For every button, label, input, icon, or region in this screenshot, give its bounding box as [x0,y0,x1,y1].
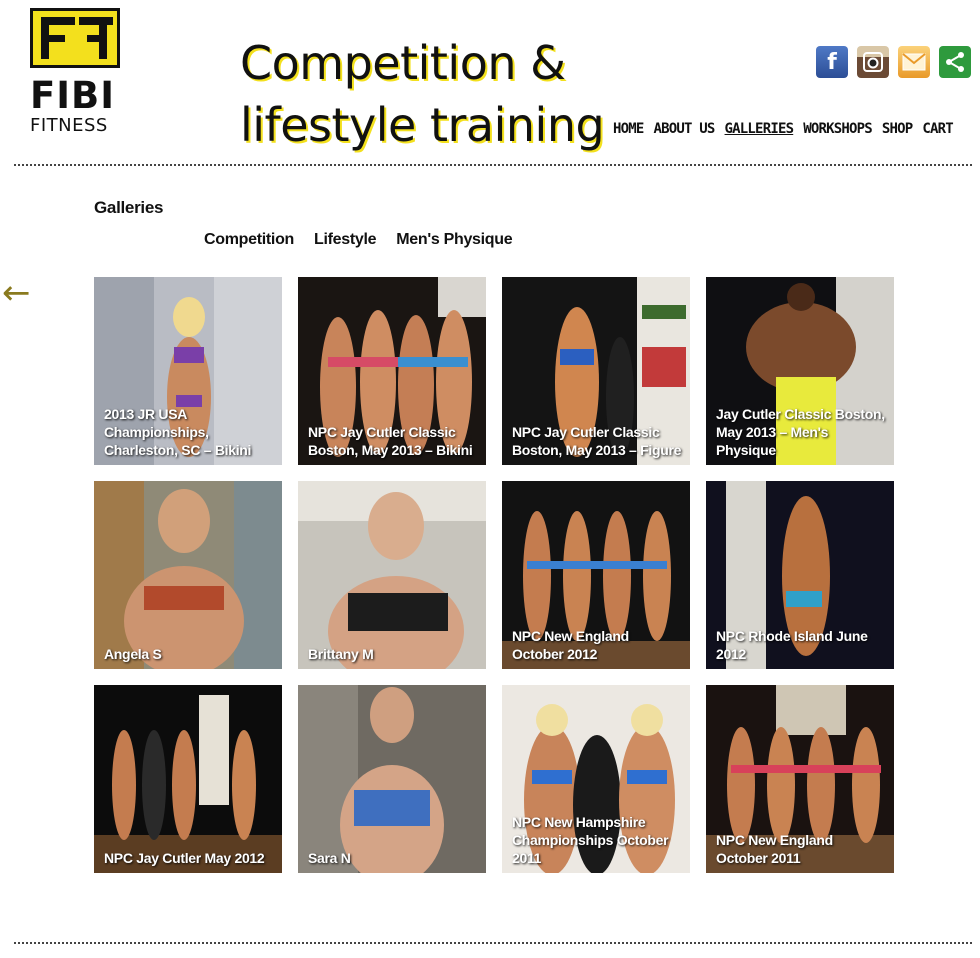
back-arrow-icon[interactable]: ← [2,276,31,310]
category-lifestyle[interactable]: Lifestyle [314,231,377,249]
email-icon[interactable] [898,46,930,78]
share-icon[interactable] [939,46,971,78]
gallery-tile[interactable]: NPC New England October 2012 [502,481,690,669]
gallery-caption: NPC New Hampshire Championships October … [512,814,669,866]
gallery-caption: NPC Jay Cutler May 2012 [104,850,265,866]
gallery-tile[interactable]: NPC Jay Cutler May 2012 [94,685,282,873]
gallery-tile[interactable]: NPC New Hampshire Championships October … [502,685,690,873]
gallery-thumbnail [94,481,282,669]
gallery-tile[interactable]: Sara N [298,685,486,873]
category-competition[interactable]: Competition [204,231,294,249]
gallery-caption: Angela S [104,646,162,662]
logo-text: FIBI [30,74,116,117]
gallery-caption: NPC New England October 2012 [512,628,629,662]
social-links: f [816,46,971,78]
gallery-category-nav: Competition Lifestyle Men's Physique [204,231,513,249]
facebook-icon[interactable]: f [816,46,848,78]
gallery-tile[interactable]: Jay Cutler Classic Boston, May 2013 – Me… [706,277,894,465]
gallery-thumbnail [298,481,486,669]
gallery-tile[interactable]: Angela S [94,481,282,669]
nav-workshops[interactable]: WORKSHOPS [803,121,872,137]
logo-mark-icon [30,8,120,68]
gallery-tile[interactable]: NPC New England October 2011 [706,685,894,873]
nav-cart[interactable]: CART [922,121,953,137]
gallery-tile[interactable]: NPC Rhode Island June 2012 [706,481,894,669]
logo-subtext: FITNESS [30,115,108,136]
gallery-caption: NPC New England October 2011 [716,832,833,866]
nav-home[interactable]: HOME [613,121,644,137]
category-mens-physique[interactable]: Men's Physique [396,231,512,249]
gallery-tile[interactable]: NPC Jay Cutler Classic Boston, May 2013 … [298,277,486,465]
gallery-caption: Brittany M [308,646,374,662]
footer-divider [14,942,972,944]
nav-shop[interactable]: SHOP [882,121,913,137]
tagline-line-1: Competition & [240,36,566,90]
gallery-thumbnail [298,685,486,873]
gallery-caption: 2013 JR USA Championships, Charleston, S… [104,406,252,458]
gallery-caption: NPC Rhode Island June 2012 [716,628,868,662]
gallery-tile[interactable]: 2013 JR USA Championships, Charleston, S… [94,277,282,465]
instagram-icon[interactable] [857,46,889,78]
gallery-caption: Sara N [308,850,351,866]
nav-about-us[interactable]: ABOUT US [654,121,716,137]
gallery-grid: 2013 JR USA Championships, Charleston, S… [94,277,894,873]
gallery-tile[interactable]: Brittany M [298,481,486,669]
main-nav: HOME ABOUT US GALLERIES WORKSHOPS SHOP C… [613,121,954,137]
tagline-line-2: lifestyle training [240,98,605,152]
nav-galleries[interactable]: GALLERIES [725,121,794,137]
gallery-tile[interactable]: NPC Jay Cutler Classic Boston, May 2013 … [502,277,690,465]
page-title: Galleries [94,198,164,217]
site-tagline: Competition & lifestyle training [240,32,605,156]
gallery-caption: NPC Jay Cutler Classic Boston, May 2013 … [308,424,473,458]
gallery-caption: Jay Cutler Classic Boston, May 2013 – Me… [716,406,885,458]
gallery-thumbnail [94,685,282,873]
header-divider [14,164,972,166]
site-logo[interactable]: FIBI FITNESS [30,8,122,138]
gallery-caption: NPC Jay Cutler Classic Boston, May 2013 … [512,424,682,458]
